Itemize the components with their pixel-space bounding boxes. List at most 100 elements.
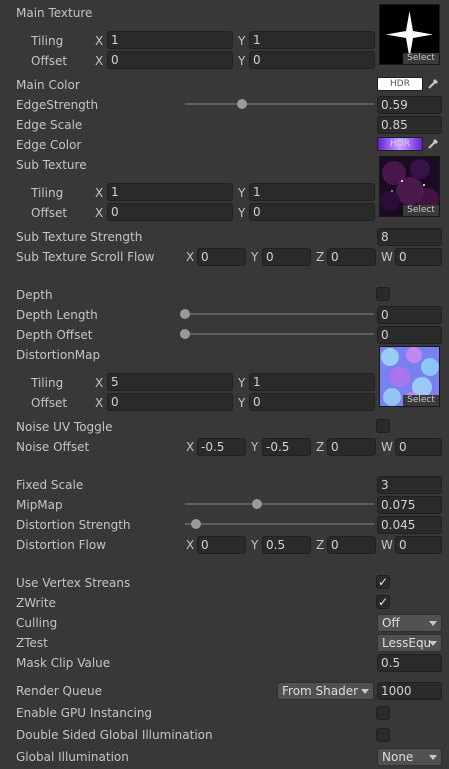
main-texture-tiling-x-field[interactable]: 1 xyxy=(107,31,233,49)
sub-texture-slot[interactable]: Select xyxy=(379,156,440,217)
main-texture-offset-x-field[interactable]: 0 xyxy=(107,51,233,69)
render-queue-mode-dropdown[interactable]: From Shader xyxy=(277,682,374,700)
distortion-flow-w-field[interactable]: 0 xyxy=(395,536,442,554)
axis-y-label: Y xyxy=(238,54,246,68)
main-color-swatch[interactable]: HDR xyxy=(377,77,423,91)
mask-clip-value-field[interactable]: 0.5 xyxy=(377,654,442,672)
distortion-map-tiling-x-field[interactable]: 5 xyxy=(107,373,233,391)
edge-strength-slider-track[interactable] xyxy=(185,103,374,105)
axis-x-label: X xyxy=(95,186,104,200)
depth-offset-label: Depth Offset xyxy=(16,328,93,342)
chevron-down-icon xyxy=(429,755,437,760)
edge-strength-label: EdgeStrength xyxy=(16,98,99,112)
distortion-flow-label: Distortion Flow xyxy=(16,538,106,552)
mipmap-label: MipMap xyxy=(16,498,63,512)
enable-gpu-instancing-label: Enable GPU Instancing xyxy=(16,706,153,720)
sub-texture-tiling-x-field[interactable]: 1 xyxy=(107,183,233,201)
use-vertex-streams-label: Use Vertex Streans xyxy=(16,576,131,590)
distortion-map-offset-y-field[interactable]: 0 xyxy=(249,393,375,411)
main-color-label: Main Color xyxy=(16,78,80,92)
axis-y-label: Y xyxy=(251,440,259,454)
noise-offset-z-field[interactable]: 0 xyxy=(327,438,376,456)
edge-color-label: Edge Color xyxy=(16,138,82,152)
render-queue-field[interactable]: 1000 xyxy=(377,682,442,700)
noise-offset-y-field[interactable]: -0.5 xyxy=(262,438,311,456)
depth-length-field[interactable]: 0 xyxy=(377,306,442,324)
culling-label: Culling xyxy=(16,616,58,630)
mipmap-field[interactable]: 0.075 xyxy=(377,496,442,514)
distortion-flow-y-field[interactable]: 0.5 xyxy=(262,536,311,554)
ztest-dropdown[interactable]: LessEqu xyxy=(377,634,442,652)
zwrite-label: ZWrite xyxy=(16,596,56,610)
scroll-flow-y-field[interactable]: 0 xyxy=(262,248,311,266)
main-texture-slot[interactable]: Select xyxy=(379,4,440,65)
axis-z-label: Z xyxy=(316,250,325,264)
distortion-map-tiling-label: Tiling xyxy=(31,376,64,390)
axis-x-label: X xyxy=(186,250,195,264)
chevron-down-icon xyxy=(429,641,437,646)
chevron-down-icon xyxy=(361,689,369,694)
scroll-flow-w-field[interactable]: 0 xyxy=(395,248,442,266)
distortion-map-tiling-y-field[interactable]: 1 xyxy=(249,373,375,391)
distortion-map-select-button[interactable]: Select xyxy=(403,395,439,406)
scroll-flow-z-field[interactable]: 0 xyxy=(327,248,376,266)
axis-w-label: W xyxy=(381,440,393,454)
zwrite-checkbox[interactable]: ✓ xyxy=(376,595,390,609)
depth-checkbox[interactable] xyxy=(376,287,390,301)
noise-offset-label: Noise Offset xyxy=(16,440,90,454)
distortion-map-offset-x-field[interactable]: 0 xyxy=(107,393,233,411)
depth-offset-field[interactable]: 0 xyxy=(377,326,442,344)
depth-length-slider-thumb[interactable] xyxy=(180,309,190,319)
sub-texture-strength-field[interactable]: 8 xyxy=(377,228,442,246)
mipmap-slider-track[interactable] xyxy=(185,503,374,505)
axis-x-label: X xyxy=(95,34,104,48)
main-texture-offset-label: Offset xyxy=(31,54,68,68)
depth-label: Depth xyxy=(16,288,53,302)
edge-strength-slider-thumb[interactable] xyxy=(236,99,247,109)
distortion-strength-slider-track[interactable] xyxy=(185,523,374,525)
axis-z-label: Z xyxy=(316,538,325,552)
distortion-map-offset-label: Offset xyxy=(31,396,68,410)
global-illumination-value: None xyxy=(382,750,414,764)
noise-uv-toggle-checkbox[interactable] xyxy=(376,419,390,433)
render-queue-mode-value: From Shader xyxy=(282,684,359,698)
scroll-flow-x-field[interactable]: 0 xyxy=(197,248,246,266)
distortion-map-slot[interactable]: Select xyxy=(379,346,440,407)
sub-texture-tiling-y-field[interactable]: 1 xyxy=(249,183,375,201)
sub-texture-offset-y-field[interactable]: 0 xyxy=(249,203,375,221)
distortion-flow-z-field[interactable]: 0 xyxy=(327,536,376,554)
global-illumination-label: Global Illumination xyxy=(16,750,129,764)
use-vertex-streams-checkbox[interactable]: ✓ xyxy=(376,575,390,589)
double-sided-gi-checkbox[interactable] xyxy=(376,728,390,742)
distortion-flow-x-field[interactable]: 0 xyxy=(197,536,246,554)
axis-x-label: X xyxy=(95,206,104,220)
sub-texture-select-button[interactable]: Select xyxy=(403,205,439,216)
ztest-label: ZTest xyxy=(16,636,48,650)
culling-dropdown[interactable]: Off xyxy=(377,614,442,632)
axis-y-label: Y xyxy=(251,250,259,264)
axis-y-label: Y xyxy=(238,34,246,48)
edge-scale-field[interactable]: 0.85 xyxy=(377,116,442,134)
depth-offset-slider-track[interactable] xyxy=(185,333,374,335)
depth-length-slider-track[interactable] xyxy=(185,313,374,315)
main-texture-select-button[interactable]: Select xyxy=(403,53,439,64)
global-illumination-dropdown[interactable]: None xyxy=(377,748,442,766)
distortion-strength-slider-thumb[interactable] xyxy=(191,519,202,529)
mipmap-slider-thumb[interactable] xyxy=(251,499,262,509)
edge-color-swatch[interactable]: HDR xyxy=(377,137,423,151)
main-texture-offset-y-field[interactable]: 0 xyxy=(249,51,375,69)
noise-offset-w-field[interactable]: 0 xyxy=(395,438,442,456)
sub-texture-scroll-flow-label: Sub Texture Scroll Flow xyxy=(16,250,155,264)
noise-offset-x-field[interactable]: -0.5 xyxy=(197,438,246,456)
sub-texture-offset-x-field[interactable]: 0 xyxy=(107,203,233,221)
fixed-scale-field[interactable]: 3 xyxy=(377,476,442,494)
eyedropper-icon[interactable] xyxy=(426,137,440,151)
depth-offset-slider-thumb[interactable] xyxy=(180,329,190,339)
eyedropper-icon[interactable] xyxy=(426,77,440,91)
axis-x-label: X xyxy=(95,54,104,68)
enable-gpu-instancing-checkbox[interactable] xyxy=(376,706,390,720)
main-texture-tiling-y-field[interactable]: 1 xyxy=(249,31,375,49)
distortion-strength-field[interactable]: 0.045 xyxy=(377,516,442,534)
sub-texture-strength-label: Sub Texture Strength xyxy=(16,230,143,244)
edge-strength-field[interactable]: 0.59 xyxy=(377,96,442,114)
